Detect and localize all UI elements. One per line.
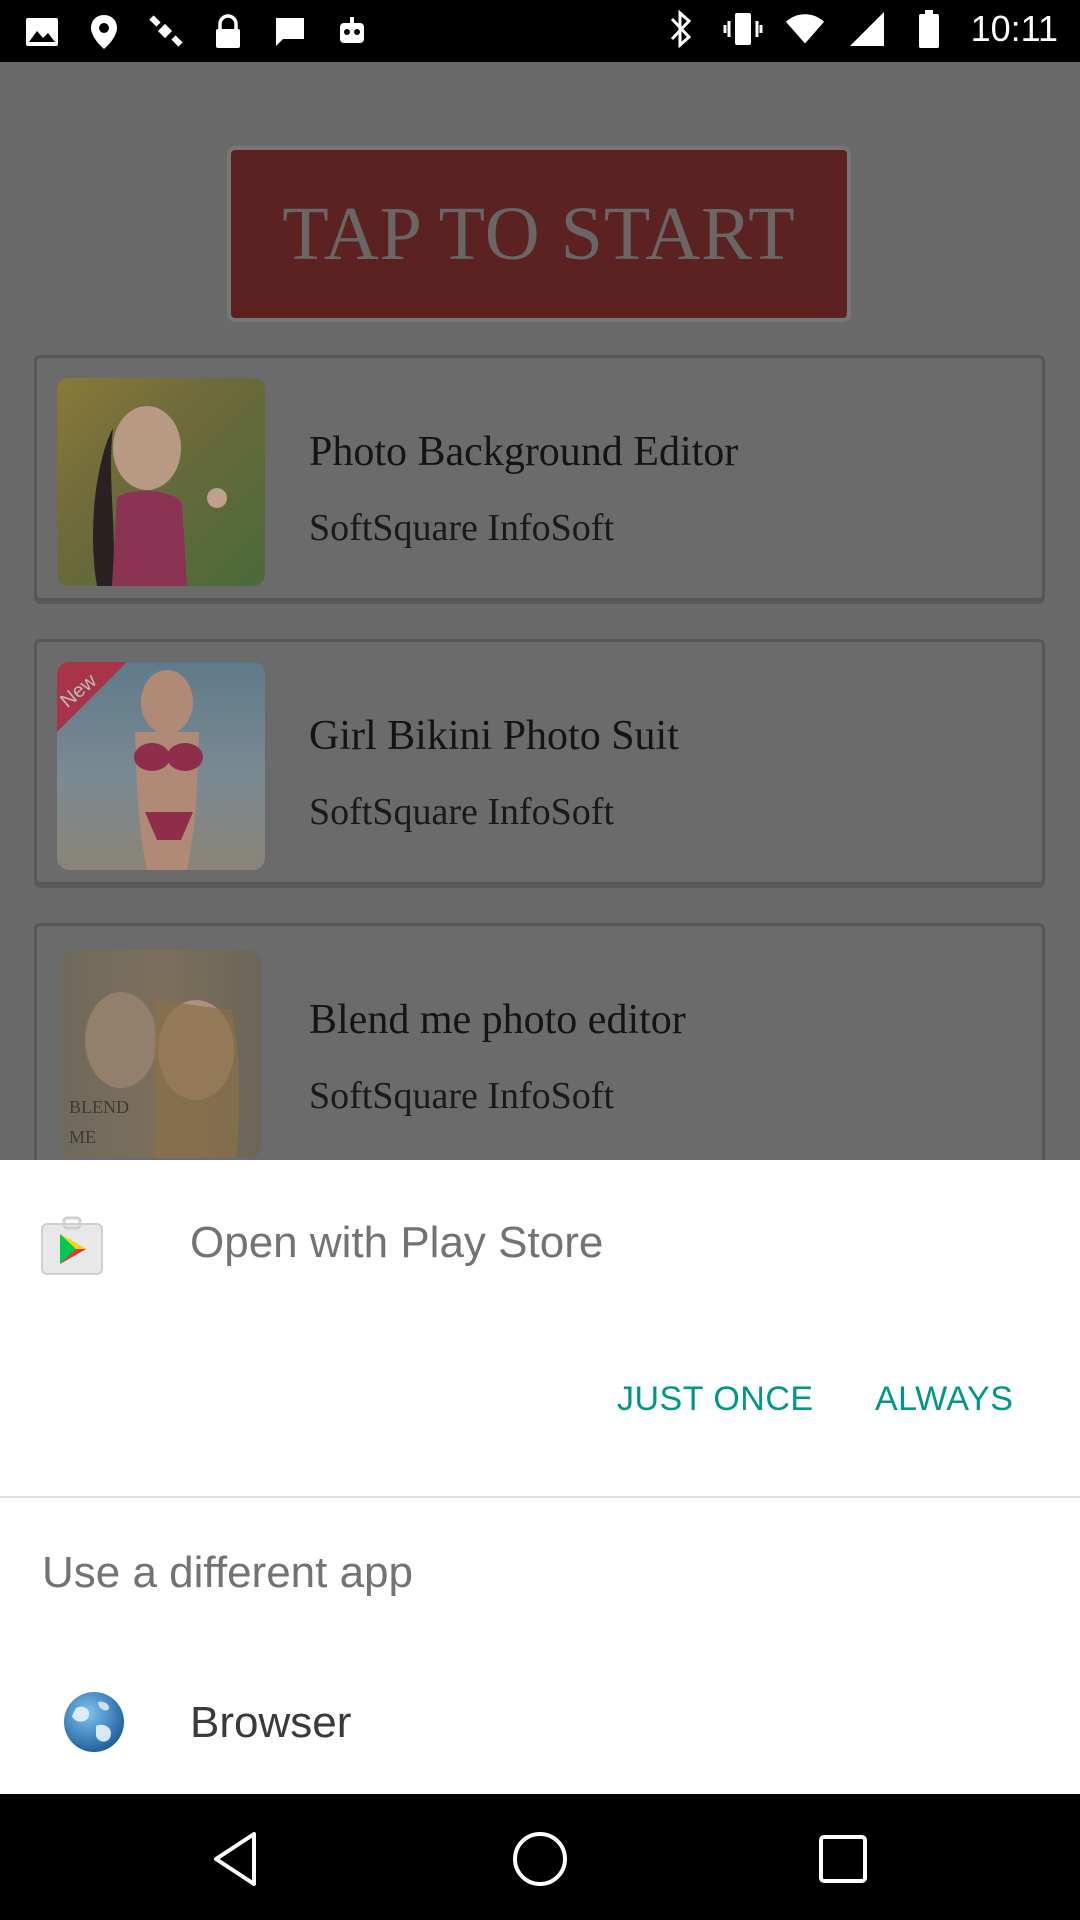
app-title: Blend me photo editor (309, 997, 686, 1043)
app-title: Girl Bikini Photo Suit (309, 713, 679, 759)
app-thumbnail: New (57, 662, 265, 870)
battery-icon (909, 9, 949, 49)
home-icon[interactable] (505, 1824, 575, 1894)
use-different-app-label: Use a different app (42, 1548, 413, 1597)
blend-me-logo-text: BLEND ME (69, 1097, 129, 1147)
open-with-sheet: Open with Play Store JUST ONCE ALWAYS Us… (0, 1160, 1080, 1794)
app-card-photo-background-editor[interactable]: Photo Background Editor SoftSquare InfoS… (34, 355, 1045, 601)
notification-icons (22, 12, 372, 52)
app-card-girl-bikini-photo-suit[interactable]: New Girl Bikini Photo Suit SoftSquare In… (34, 639, 1045, 885)
image-icon (22, 12, 62, 52)
message-icon (270, 12, 310, 52)
lock-icon (208, 12, 248, 52)
recents-icon[interactable] (808, 1824, 878, 1894)
globe-icon (62, 1690, 126, 1754)
vibrate-icon (723, 9, 763, 49)
app-content-dimmed: TAP TO START Photo Background Editor Sof… (0, 62, 1080, 1160)
navigation-bar (0, 1794, 1080, 1920)
app-thumbnail (57, 378, 265, 586)
app-thumbnail: BLEND ME (61, 950, 261, 1158)
location-icon (84, 12, 124, 52)
back-icon[interactable] (202, 1824, 272, 1894)
wifi-icon (785, 9, 825, 49)
system-icons: 10:11 (661, 8, 1058, 50)
app-developer: SoftSquare InfoSoft (309, 791, 615, 833)
app-developer: SoftSquare InfoSoft (309, 507, 615, 549)
signal-icon (847, 9, 887, 49)
status-time: 10:11 (970, 8, 1058, 49)
status-bar: 10:11 (0, 0, 1080, 62)
robot-icon (332, 12, 372, 52)
dialog-title: Open with Play Store (190, 1218, 604, 1267)
app-developer: SoftSquare InfoSoft (309, 1075, 615, 1117)
bluetooth-icon (661, 9, 701, 49)
app-card-blend-me-photo-editor[interactable]: BLEND ME Blend me photo editor SoftSquar… (34, 923, 1045, 1160)
browser-label: Browser (190, 1698, 352, 1747)
satellite-icon (146, 12, 186, 52)
play-store-icon (40, 1216, 104, 1280)
tap-to-start-button[interactable]: TAP TO START (227, 146, 851, 322)
always-button[interactable]: ALWAYS (875, 1380, 1013, 1419)
just-once-button[interactable]: JUST ONCE (617, 1380, 814, 1419)
app-title: Photo Background Editor (309, 429, 739, 475)
divider (0, 1496, 1080, 1498)
